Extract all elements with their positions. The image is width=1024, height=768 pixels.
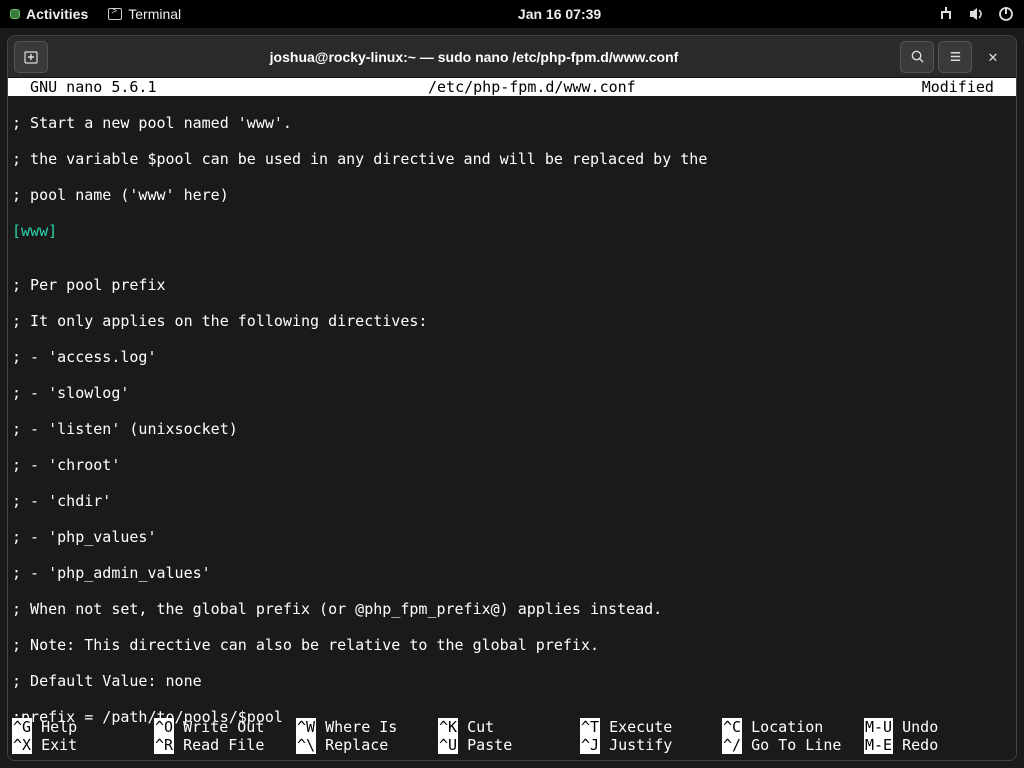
file-line: ; - 'chroot' <box>12 456 1012 474</box>
activities-label: Activities <box>26 6 88 22</box>
shortcut-paste: ^U Paste <box>438 736 580 754</box>
system-tray[interactable] <box>938 6 1014 22</box>
shortcut-whereis: ^W Where Is <box>296 718 438 736</box>
nano-shortcut-bar: ^G Help ^O Write Out ^W Where Is ^K Cut … <box>12 718 1012 754</box>
file-line: ; - 'chdir' <box>12 492 1012 510</box>
new-tab-button[interactable] <box>14 41 48 73</box>
close-button[interactable]: ✕ <box>976 41 1010 73</box>
hamburger-menu-button[interactable] <box>938 41 972 73</box>
shortcut-undo: M-U Undo <box>864 718 1006 736</box>
nano-filename: /etc/php-fpm.d/www.conf <box>428 78 922 96</box>
nano-editor-content[interactable]: ; Start a new pool named 'www'. ; the va… <box>8 96 1016 761</box>
window-title: joshua@rocky-linux:~ — sudo nano /etc/ph… <box>270 49 679 65</box>
file-line: ; When not set, the global prefix (or @p… <box>12 600 1012 618</box>
file-line: [www] <box>12 222 1012 240</box>
shortcut-location: ^C Location <box>722 718 864 736</box>
file-line: ; pool name ('www' here) <box>12 186 1012 204</box>
shortcut-cut: ^K Cut <box>438 718 580 736</box>
activities-button[interactable]: Activities <box>10 6 88 22</box>
search-button[interactable] <box>900 41 934 73</box>
file-line: ; Default Value: none <box>12 672 1012 690</box>
app-menu-label: Terminal <box>128 6 181 22</box>
nano-modified-status: Modified <box>922 78 1016 96</box>
shortcut-redo: M-E Redo <box>864 736 1006 754</box>
shortcut-readfile: ^R Read File <box>154 736 296 754</box>
file-line: ; Note: This directive can also be relat… <box>12 636 1012 654</box>
shortcut-execute: ^T Execute <box>580 718 722 736</box>
nano-app-name: GNU nano 5.6.1 <box>8 78 428 96</box>
gnome-top-bar: Activities Terminal Jan 16 07:39 <box>0 0 1024 28</box>
shortcut-replace: ^\ Replace <box>296 736 438 754</box>
terminal-titlebar: joshua@rocky-linux:~ — sudo nano /etc/ph… <box>8 36 1016 78</box>
file-line: ; Per pool prefix <box>12 276 1012 294</box>
volume-icon <box>968 6 984 22</box>
file-line: ; - 'php_values' <box>12 528 1012 546</box>
nano-header: GNU nano 5.6.1 /etc/php-fpm.d/www.conf M… <box>8 78 1016 96</box>
clock[interactable]: Jan 16 07:39 <box>518 6 601 22</box>
shortcut-exit: ^X Exit <box>12 736 154 754</box>
power-icon <box>998 6 1014 22</box>
terminal-icon <box>108 8 122 20</box>
file-line: ; - 'php_admin_values' <box>12 564 1012 582</box>
shortcut-gotoline: ^/ Go To Line <box>722 736 864 754</box>
file-line: ; - 'access.log' <box>12 348 1012 366</box>
network-icon <box>938 6 954 22</box>
terminal-window: joshua@rocky-linux:~ — sudo nano /etc/ph… <box>7 35 1017 761</box>
shortcut-justify: ^J Justify <box>580 736 722 754</box>
app-menu-terminal[interactable]: Terminal <box>108 6 181 22</box>
shortcut-writeout: ^O Write Out <box>154 718 296 736</box>
file-line: ; It only applies on the following direc… <box>12 312 1012 330</box>
terminal-body[interactable]: GNU nano 5.6.1 /etc/php-fpm.d/www.conf M… <box>8 78 1016 760</box>
file-line: ; - 'slowlog' <box>12 384 1012 402</box>
activities-icon <box>10 9 20 19</box>
shortcut-help: ^G Help <box>12 718 154 736</box>
file-line: ; Start a new pool named 'www'. <box>12 114 1012 132</box>
file-line: ; the variable $pool can be used in any … <box>12 150 1012 168</box>
file-line: ; - 'listen' (unixsocket) <box>12 420 1012 438</box>
